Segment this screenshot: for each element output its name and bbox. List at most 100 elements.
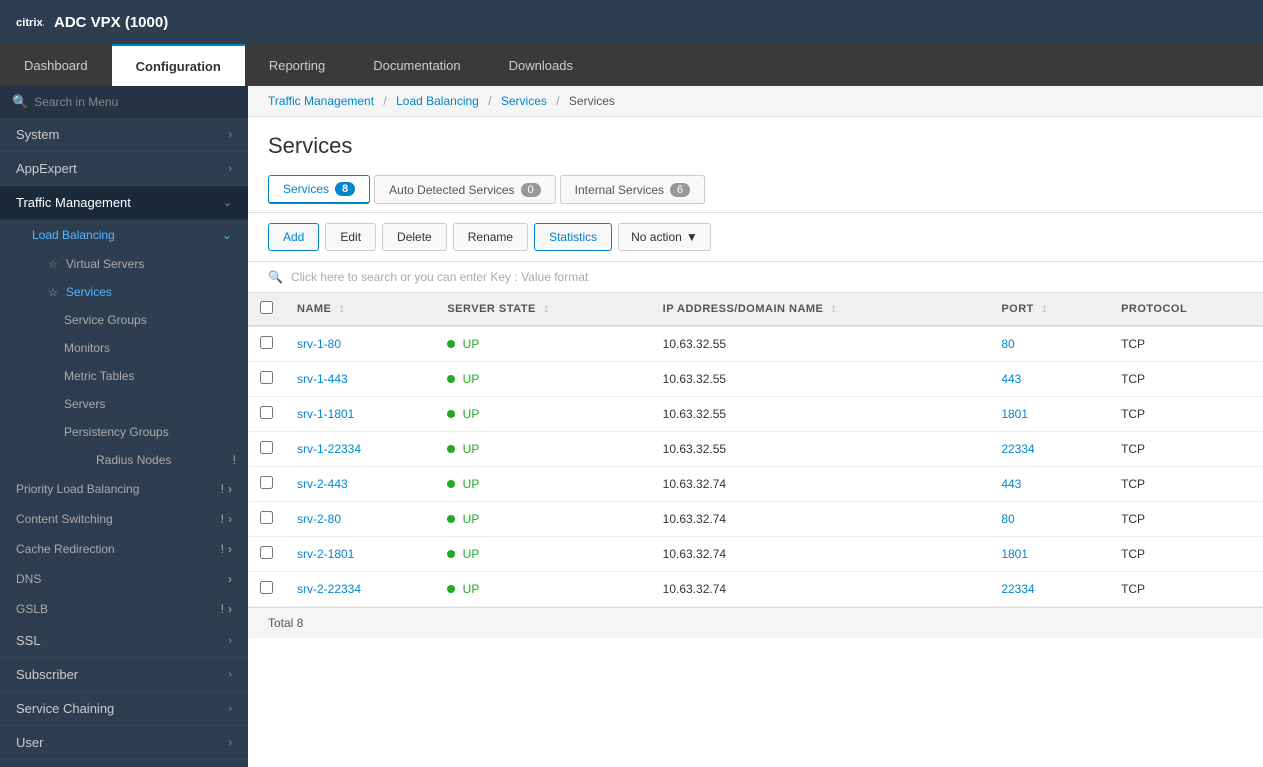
sidebar-sub-item-priority-lb[interactable]: Priority Load Balancing ! ›	[0, 474, 248, 504]
sidebar-sub-item-content-switching[interactable]: Content Switching ! ›	[0, 504, 248, 534]
row-port-7[interactable]: 22334	[989, 572, 1109, 607]
row-ip-4: 10.63.32.74	[651, 467, 990, 502]
sidebar-item-subscriber[interactable]: Subscriber ›	[0, 658, 248, 692]
row-name-1[interactable]: srv-1-443	[285, 362, 435, 397]
sidebar-sub-sub-item-monitors[interactable]: Monitors	[0, 334, 248, 362]
row-checkbox-cell[interactable]	[248, 432, 285, 467]
row-checkbox-6[interactable]	[260, 546, 273, 559]
row-checkbox-cell[interactable]	[248, 572, 285, 607]
row-port-3[interactable]: 22334	[989, 432, 1109, 467]
row-port-6[interactable]: 1801	[989, 537, 1109, 572]
row-port-1[interactable]: 443	[989, 362, 1109, 397]
row-state-0: UP	[435, 326, 650, 362]
row-checkbox-0[interactable]	[260, 336, 273, 349]
delete-button[interactable]: Delete	[382, 223, 447, 251]
row-checkbox-1[interactable]	[260, 371, 273, 384]
select-all-checkbox[interactable]	[260, 301, 273, 314]
tab-auto-detected[interactable]: Auto Detected Services 0	[374, 175, 556, 204]
chevron-right-icon: ›	[228, 129, 232, 141]
sidebar-sub-item-load-balancing[interactable]: Load Balancing ⌄	[0, 220, 248, 250]
status-dot-4	[447, 480, 455, 488]
brand-area: citrix. ADC VPX (1000)	[16, 12, 168, 32]
row-port-0[interactable]: 80	[989, 326, 1109, 362]
row-name-4[interactable]: srv-2-443	[285, 467, 435, 502]
search-input[interactable]	[34, 95, 236, 109]
row-port-4[interactable]: 443	[989, 467, 1109, 502]
row-name-3[interactable]: srv-1-22334	[285, 432, 435, 467]
sidebar-sub-item-cache-redirection[interactable]: Cache Redirection ! ›	[0, 534, 248, 564]
table-search-area[interactable]: 🔍 Click here to search or you can enter …	[248, 262, 1263, 293]
th-name[interactable]: NAME ↕	[285, 293, 435, 326]
row-name-0[interactable]: srv-1-80	[285, 326, 435, 362]
sidebar-sub-sub-item-radius-nodes[interactable]: Radius Nodes !	[0, 446, 248, 474]
row-name-6[interactable]: srv-2-1801	[285, 537, 435, 572]
row-checkbox-cell[interactable]	[248, 397, 285, 432]
table-row: srv-1-22334 UP 10.63.32.55 22334 TCP	[248, 432, 1263, 467]
tab-services-label: Services	[283, 182, 329, 196]
sidebar-sub-sub-item-virtual-servers[interactable]: ☆ Virtual Servers	[0, 250, 248, 278]
row-checkbox-cell[interactable]	[248, 467, 285, 502]
row-port-5[interactable]: 80	[989, 502, 1109, 537]
no-action-label: No action	[631, 230, 682, 244]
breadcrumb-services-link[interactable]: Services	[501, 94, 547, 108]
sidebar-item-traffic-management[interactable]: Traffic Management ⌄	[0, 186, 248, 220]
sidebar-sub-sub-item-servers[interactable]: Servers	[0, 390, 248, 418]
tab-auto-detected-label: Auto Detected Services	[389, 183, 514, 197]
rename-button[interactable]: Rename	[453, 223, 528, 251]
priority-lb-warning-icon: !	[221, 482, 224, 496]
row-checkbox-cell[interactable]	[248, 502, 285, 537]
chevron-right-icon: ›	[228, 163, 232, 175]
row-checkbox-cell[interactable]	[248, 537, 285, 572]
row-ip-7: 10.63.32.74	[651, 572, 990, 607]
total-row: Total 8	[248, 607, 1263, 638]
edit-button[interactable]: Edit	[325, 223, 376, 251]
sidebar-item-service-chaining[interactable]: Service Chaining ›	[0, 692, 248, 726]
row-checkbox-4[interactable]	[260, 476, 273, 489]
row-checkbox-cell[interactable]	[248, 326, 285, 362]
tab-internal[interactable]: Internal Services 6	[560, 175, 706, 204]
tab-configuration[interactable]: Configuration	[112, 44, 245, 86]
row-name-7[interactable]: srv-2-22334	[285, 572, 435, 607]
sidebar-item-user[interactable]: User ›	[0, 726, 248, 760]
th-ip[interactable]: IP ADDRESS/DOMAIN NAME ↕	[651, 293, 990, 326]
tab-downloads[interactable]: Downloads	[485, 44, 597, 86]
row-checkbox-7[interactable]	[260, 581, 273, 594]
row-port-2[interactable]: 1801	[989, 397, 1109, 432]
sidebar-search-area[interactable]: 🔍	[0, 86, 248, 118]
row-name-5[interactable]: srv-2-80	[285, 502, 435, 537]
sidebar-sub-item-dns[interactable]: DNS ›	[0, 564, 248, 594]
sidebar-item-appexpert[interactable]: AppExpert ›	[0, 152, 248, 186]
row-ip-3: 10.63.32.55	[651, 432, 990, 467]
breadcrumb-load-balancing[interactable]: Load Balancing	[396, 94, 479, 108]
row-name-2[interactable]: srv-1-1801	[285, 397, 435, 432]
th-server-state[interactable]: SERVER STATE ↕	[435, 293, 650, 326]
tab-internal-badge: 6	[670, 183, 690, 197]
sidebar-sub-item-load-balancing-label: Load Balancing	[32, 228, 115, 242]
cr-warning-icon: !	[221, 542, 224, 556]
row-checkbox-cell[interactable]	[248, 362, 285, 397]
sidebar-sub-sub-item-metric-tables[interactable]: Metric Tables	[0, 362, 248, 390]
tab-reporting[interactable]: Reporting	[245, 44, 349, 86]
breadcrumb-traffic-management[interactable]: Traffic Management	[268, 94, 374, 108]
sidebar-sub-item-gslb[interactable]: GSLB ! ›	[0, 594, 248, 624]
th-port[interactable]: PORT ↕	[989, 293, 1109, 326]
sidebar-sub-sub-item-services[interactable]: ☆ Services	[0, 278, 248, 306]
sidebar-item-ssl[interactable]: SSL ›	[0, 624, 248, 658]
sidebar-sub-sub-item-service-groups[interactable]: Service Groups	[0, 306, 248, 334]
sort-icon-ip: ↕	[831, 303, 837, 315]
statistics-button[interactable]: Statistics	[534, 223, 612, 251]
tab-services[interactable]: Services 8	[268, 175, 370, 204]
status-text-7: UP	[463, 582, 480, 596]
chevron-down-icon: ⌄	[223, 196, 232, 209]
row-checkbox-2[interactable]	[260, 406, 273, 419]
sidebar-sub-item-gslb-label: GSLB	[16, 602, 48, 616]
row-checkbox-5[interactable]	[260, 511, 273, 524]
tab-documentation[interactable]: Documentation	[349, 44, 484, 86]
sidebar-item-system[interactable]: System ›	[0, 118, 248, 152]
row-checkbox-3[interactable]	[260, 441, 273, 454]
sidebar-sub-sub-item-persistency-groups[interactable]: Persistency Groups	[0, 418, 248, 446]
add-button[interactable]: Add	[268, 223, 319, 251]
status-dot-6	[447, 550, 455, 558]
no-action-button[interactable]: No action ▼	[618, 223, 711, 251]
tab-dashboard[interactable]: Dashboard	[0, 44, 112, 86]
